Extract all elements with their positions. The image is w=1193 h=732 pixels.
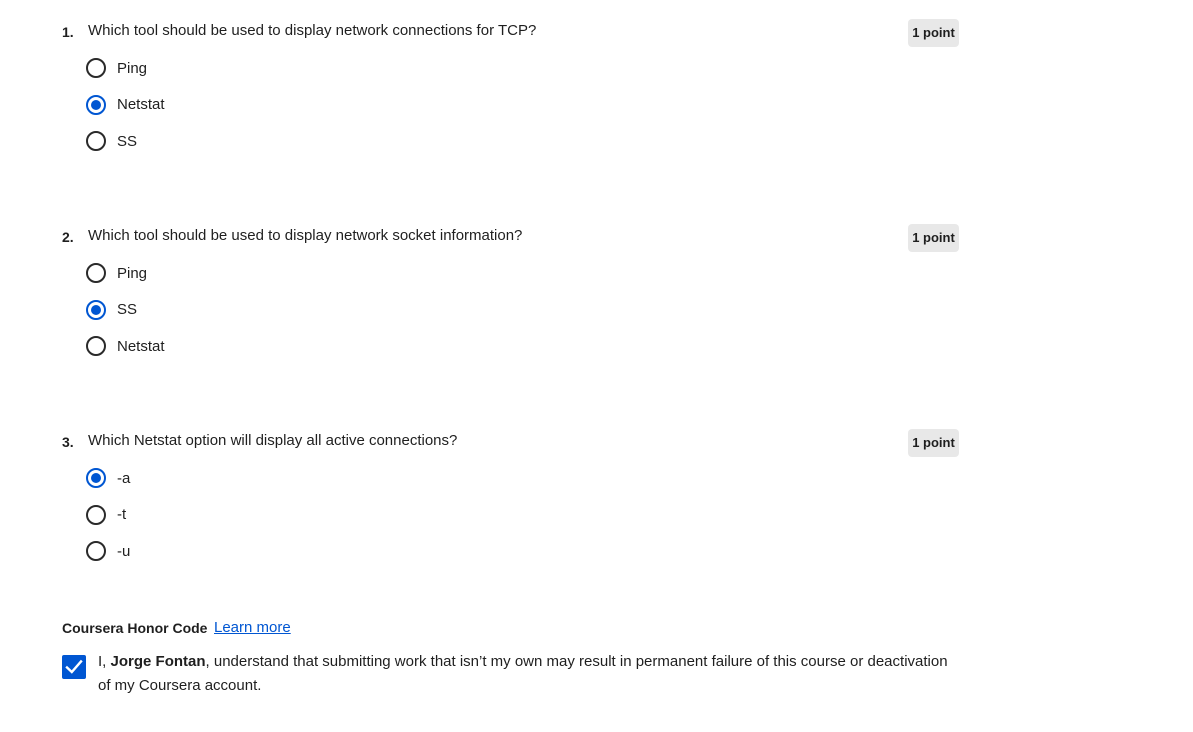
checkmark-icon bbox=[65, 659, 83, 674]
option-ss[interactable]: SS bbox=[86, 292, 165, 329]
question-header: 1. Which tool should be used to display … bbox=[62, 18, 959, 48]
radio-checked-icon[interactable] bbox=[86, 299, 106, 320]
learner-name: Jorge Fontan bbox=[110, 653, 206, 670]
option-label: Ping bbox=[117, 59, 148, 77]
options-list: Ping SS Netstat bbox=[86, 255, 165, 365]
honor-text-prefix: I, bbox=[98, 653, 111, 670]
honor-code-statement: I, Jorge Fontan, understand that submitt… bbox=[98, 650, 962, 698]
question-3: 3. Which Netstat option will display all… bbox=[62, 428, 959, 562]
option-label: Netstat bbox=[117, 337, 165, 355]
points-badge: 1 point bbox=[908, 19, 959, 47]
question-header: 3. Which Netstat option will display all… bbox=[62, 428, 959, 458]
radio-unchecked-icon[interactable] bbox=[86, 263, 106, 284]
option-t[interactable]: -t bbox=[86, 497, 130, 534]
radio-unchecked-icon[interactable] bbox=[86, 541, 106, 562]
option-label: -t bbox=[117, 506, 127, 524]
learn-more-link[interactable]: Learn more bbox=[214, 619, 291, 636]
option-label: -a bbox=[117, 469, 131, 487]
radio-checked-icon[interactable] bbox=[86, 468, 106, 489]
question-1: 1. Which tool should be used to display … bbox=[62, 18, 959, 152]
question-text: Which Netstat option will display all ac… bbox=[88, 432, 458, 449]
radio-checked-icon[interactable] bbox=[86, 94, 106, 115]
question-header: 2. Which tool should be used to display … bbox=[62, 223, 959, 253]
option-u[interactable]: -u bbox=[86, 533, 130, 570]
radio-unchecked-icon[interactable] bbox=[86, 504, 106, 525]
option-ping[interactable]: Ping bbox=[86, 255, 165, 292]
question-2: 2. Which tool should be used to display … bbox=[62, 223, 959, 357]
options-list: Ping Netstat SS bbox=[86, 50, 165, 160]
option-label: -u bbox=[117, 542, 131, 560]
honor-code-title: Coursera Honor Code bbox=[62, 620, 208, 636]
option-label: Ping bbox=[117, 264, 148, 282]
option-label: SS bbox=[117, 301, 138, 319]
question-number: 1. bbox=[62, 24, 74, 40]
option-label: Netstat bbox=[117, 96, 165, 114]
question-number: 2. bbox=[62, 229, 74, 245]
question-text: Which tool should be used to display net… bbox=[88, 227, 523, 244]
honor-text-suffix: , understand that submitting work that i… bbox=[98, 653, 948, 694]
option-a[interactable]: -a bbox=[86, 460, 130, 497]
radio-unchecked-icon[interactable] bbox=[86, 58, 106, 79]
radio-unchecked-icon[interactable] bbox=[86, 336, 106, 357]
points-badge: 1 point bbox=[908, 429, 959, 457]
points-badge: 1 point bbox=[908, 224, 959, 252]
option-netstat[interactable]: Netstat bbox=[86, 328, 165, 365]
option-ss[interactable]: SS bbox=[86, 123, 165, 160]
option-ping[interactable]: Ping bbox=[86, 50, 165, 87]
options-list: -a -t -u bbox=[86, 460, 130, 570]
radio-unchecked-icon[interactable] bbox=[86, 131, 106, 152]
question-text: Which tool should be used to display net… bbox=[88, 22, 537, 39]
honor-code-checkbox[interactable] bbox=[62, 655, 86, 679]
option-label: SS bbox=[117, 132, 138, 150]
question-number: 3. bbox=[62, 434, 74, 450]
option-netstat[interactable]: Netstat bbox=[86, 87, 165, 124]
